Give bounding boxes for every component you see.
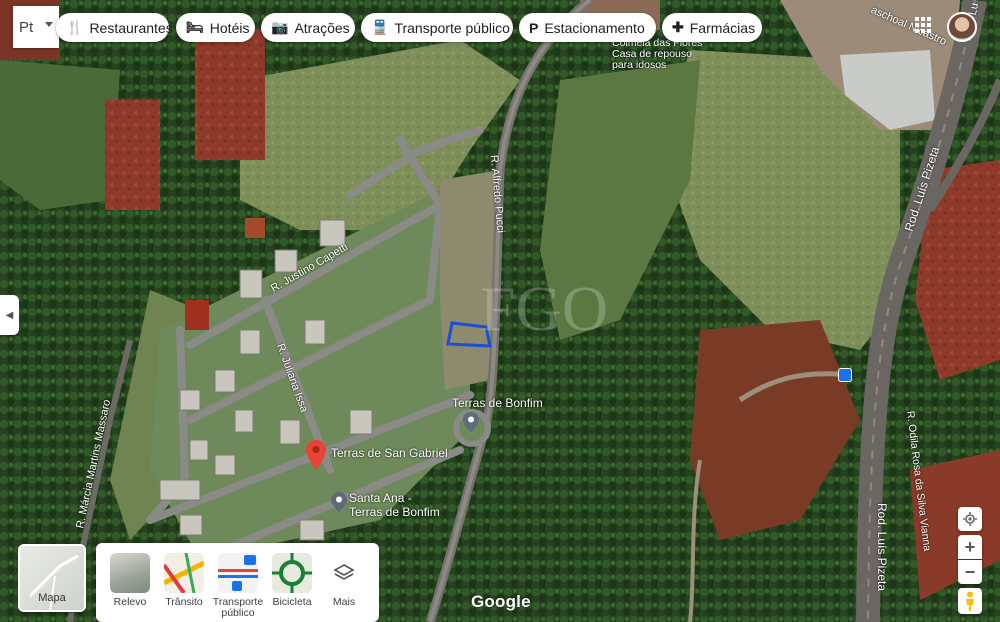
filter-chip-restaurants[interactable]: 🍴 Restaurantes <box>56 13 173 42</box>
filter-chip-parking[interactable]: P Estacionamento <box>519 13 656 42</box>
street-view-button[interactable] <box>958 588 982 614</box>
filter-chip-attractions[interactable]: 📷 Atrações <box>261 13 355 42</box>
place-label-terras-san-gabriel[interactable]: Terras de San Gabriel <box>331 446 448 460</box>
search-box[interactable]: Pt <box>13 6 59 48</box>
chevron-left-icon: ◀ <box>5 309 14 321</box>
place-label-line2: Terras de Bonfim <box>349 505 440 519</box>
place-label-santa-ana[interactable]: Santa Ana - Terras de Bonfim <box>349 491 440 519</box>
map-type-toggle[interactable]: Mapa <box>18 544 86 612</box>
layer-terrain[interactable]: Relevo <box>104 553 156 608</box>
filter-chip-label: Estacionamento <box>544 19 645 36</box>
filter-chip-label: Hotéis <box>209 19 250 36</box>
svg-text:FGO: FGO <box>480 273 608 344</box>
plus-icon: + <box>964 536 976 557</box>
chevron-down-icon[interactable] <box>45 22 53 27</box>
hotel-icon: 🛏 <box>186 19 204 35</box>
apps-grid-icon[interactable] <box>915 17 931 33</box>
minus-icon: − <box>964 561 976 582</box>
collapse-panel-button[interactable]: ◀ <box>0 295 19 335</box>
map-pin-icon <box>331 492 347 512</box>
traffic-icon <box>164 553 204 593</box>
filter-chip-hotels[interactable]: 🛏 Hotéis <box>176 13 255 42</box>
train-icon: 🚆 <box>371 19 389 35</box>
street-label-luis-pizeta-bottom: Rod. Luís Pizeta <box>875 502 890 592</box>
crosshair-icon <box>963 512 977 526</box>
filter-chip-label: Farmácias <box>689 19 756 36</box>
place-marker-terras-san-gabriel[interactable] <box>306 440 326 475</box>
layer-label: Relevo <box>113 596 147 608</box>
parking-icon: P <box>529 19 539 36</box>
filter-chip-pharmacies[interactable]: ✚ Farmácias <box>662 13 762 42</box>
place-category-detail: para idosos <box>612 59 667 71</box>
place-label-terras-bonfim[interactable]: Terras de Bonfim <box>452 396 543 410</box>
layer-bicycle[interactable]: Bicicleta <box>266 553 318 608</box>
pharmacy-icon: ✚ <box>672 19 684 35</box>
layer-label: Transporte público <box>212 596 264 619</box>
map-type-label: Mapa <box>38 592 66 604</box>
map-pin-icon <box>463 412 479 432</box>
layer-label: Bicicleta <box>272 596 312 608</box>
filter-chip-public-transport[interactable]: 🚆 Transporte público <box>361 13 513 42</box>
zoom-out-button[interactable]: − <box>958 560 982 584</box>
layer-label: Mais <box>332 596 356 608</box>
search-input[interactable]: Pt <box>19 19 33 36</box>
my-location-button[interactable] <box>958 507 982 531</box>
zoom-in-button[interactable]: + <box>958 535 982 559</box>
filter-chip-label: Restaurantes <box>89 19 173 36</box>
avatar[interactable] <box>947 12 977 42</box>
red-pin-icon <box>306 440 326 470</box>
satellite-map[interactable]: FGO <box>0 0 1000 622</box>
place-marker-terras-bonfim[interactable] <box>463 412 479 437</box>
layers-panel: Relevo Trânsito Transporte público Bicic… <box>96 543 379 622</box>
place-label-colmeia[interactable]: Colmeia das Flores Casa de repouso para … <box>612 38 702 71</box>
filter-chip-label: Atrações <box>294 19 350 36</box>
transit-icon <box>218 553 258 593</box>
place-marker-santa-ana[interactable] <box>331 492 347 517</box>
layers-icon <box>324 553 364 593</box>
layer-traffic[interactable]: Trânsito <box>158 553 210 608</box>
filter-chip-label: Transporte público <box>394 19 510 36</box>
layer-transit[interactable]: Transporte público <box>212 553 264 619</box>
layer-more[interactable]: Mais <box>318 553 370 608</box>
restaurant-icon: 🍴 <box>66 19 84 35</box>
layer-label: Trânsito <box>165 596 203 608</box>
bicycle-icon <box>272 553 312 593</box>
bus-stop-icon[interactable] <box>838 368 852 382</box>
pegman-icon <box>966 591 974 611</box>
camera-icon: 📷 <box>271 19 289 35</box>
place-label-line1: Santa Ana - <box>349 491 412 505</box>
terrain-icon <box>110 553 150 593</box>
google-logo: Google <box>471 592 531 611</box>
